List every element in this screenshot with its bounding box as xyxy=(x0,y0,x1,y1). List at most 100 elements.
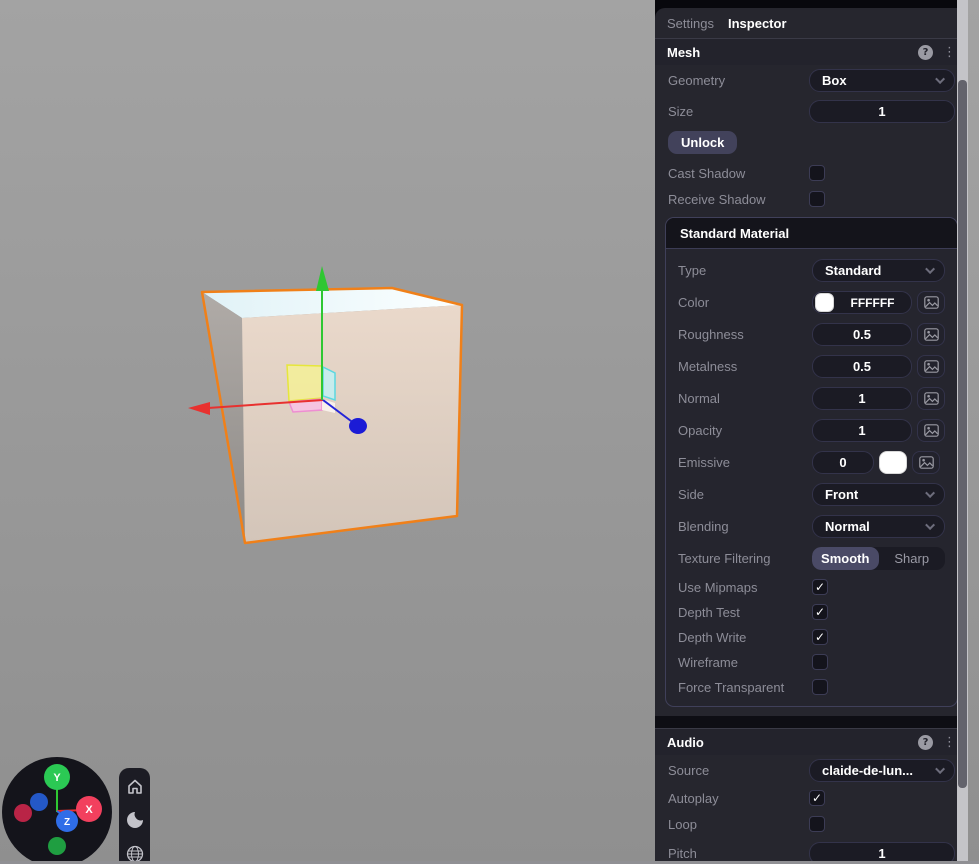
receive-shadow-checkbox[interactable] xyxy=(809,191,825,207)
color-swatch[interactable] xyxy=(815,293,834,312)
gizmo-x-arrowhead[interactable] xyxy=(188,402,210,415)
audio-source-row: Source claide-de-lun... xyxy=(655,759,968,782)
emissive-color-swatch[interactable] xyxy=(879,451,907,474)
theme-toggle-button[interactable] xyxy=(124,809,146,831)
depth-write-label: Depth Write xyxy=(678,630,812,645)
opacity-label: Opacity xyxy=(678,423,812,438)
opacity-texture-button[interactable] xyxy=(917,419,945,442)
blending-select[interactable]: Normal xyxy=(812,515,945,538)
nav-z-label: Z xyxy=(64,817,70,828)
geometry-value: Box xyxy=(822,73,938,88)
nav-neg-y-ball[interactable] xyxy=(48,837,66,855)
material-panel-header[interactable]: Standard Material xyxy=(666,218,957,249)
roughness-texture-button[interactable] xyxy=(917,323,945,346)
nav-axes-gizmo[interactable]: Y X Z xyxy=(0,755,120,864)
texture-image-icon xyxy=(924,424,939,437)
size-label: Size xyxy=(668,104,809,119)
opacity-input[interactable] xyxy=(813,423,911,438)
audio-source-value: claide-de-lun... xyxy=(822,763,938,778)
cast-shadow-checkbox[interactable] xyxy=(809,165,825,181)
unlock-button[interactable]: Unlock xyxy=(668,131,737,154)
autoplay-label: Autoplay xyxy=(668,791,809,806)
inspector-panel: Settings Inspector Mesh ? ⋮ Geometry Box xyxy=(655,0,968,864)
moon-icon xyxy=(126,811,144,829)
type-row: Type Standard xyxy=(666,259,957,282)
gizmo-y-arrowhead[interactable] xyxy=(316,266,329,291)
nav-neg-x-ball[interactable] xyxy=(14,804,32,822)
color-row: Color FFFFFF xyxy=(666,291,957,314)
blending-label: Blending xyxy=(678,519,812,534)
material-type-select[interactable]: Standard xyxy=(812,259,945,282)
color-field[interactable]: FFFFFF xyxy=(812,291,912,314)
receive-shadow-row: Receive Shadow xyxy=(655,191,968,207)
use-mipmaps-row: Use Mipmaps xyxy=(666,579,957,595)
metalness-label: Metalness xyxy=(678,359,812,374)
color-texture-button[interactable] xyxy=(917,291,945,314)
receive-shadow-label: Receive Shadow xyxy=(668,192,809,207)
autoplay-checkbox[interactable] xyxy=(809,790,825,806)
help-icon[interactable]: ? xyxy=(918,735,933,750)
texture-image-icon xyxy=(924,360,939,373)
metalness-texture-button[interactable] xyxy=(917,355,945,378)
filter-option-smooth[interactable]: Smooth xyxy=(812,547,879,570)
side-label: Side xyxy=(678,487,812,502)
gizmo-z-handle[interactable] xyxy=(349,418,367,434)
loop-label: Loop xyxy=(668,817,809,832)
depth-test-checkbox[interactable] xyxy=(812,604,828,620)
mesh-section-title: Mesh xyxy=(667,45,918,60)
texture-image-icon xyxy=(924,392,939,405)
geometry-label: Geometry xyxy=(668,73,809,88)
emissive-texture-button[interactable] xyxy=(912,451,940,474)
filter-option-sharp[interactable]: Sharp xyxy=(879,547,946,570)
use-mipmaps-label: Use Mipmaps xyxy=(678,580,812,595)
emissive-input[interactable] xyxy=(813,455,873,470)
panel-tabbar: Settings Inspector xyxy=(655,8,968,38)
scrollbar-thumb[interactable] xyxy=(958,80,967,788)
side-select[interactable]: Front xyxy=(812,483,945,506)
kebab-menu-icon[interactable]: ⋮ xyxy=(943,46,956,59)
audio-section-header: Audio ? ⋮ xyxy=(655,728,968,755)
editor-window: Y X Z xyxy=(0,0,979,864)
wireframe-label: Wireframe xyxy=(678,655,812,670)
cast-shadow-row: Cast Shadow xyxy=(655,165,968,181)
size-input[interactable] xyxy=(810,104,954,119)
use-mipmaps-checkbox[interactable] xyxy=(812,579,828,595)
audio-source-select[interactable]: claide-de-lun... xyxy=(809,759,955,782)
geometry-row: Geometry Box xyxy=(655,69,968,92)
kebab-menu-icon[interactable]: ⋮ xyxy=(943,736,956,749)
texture-filtering-toggle: Smooth Sharp xyxy=(812,547,945,570)
texture-filtering-label: Texture Filtering xyxy=(678,551,812,566)
loop-checkbox[interactable] xyxy=(809,816,825,832)
roughness-input[interactable] xyxy=(813,327,911,342)
size-row: Size xyxy=(655,100,968,123)
force-transparent-row: Force Transparent xyxy=(666,679,957,695)
pitch-label: Pitch xyxy=(668,846,809,861)
depth-write-checkbox[interactable] xyxy=(812,629,828,645)
tab-settings[interactable]: Settings xyxy=(667,16,714,31)
panel-scrollbar[interactable] xyxy=(957,0,968,864)
pitch-input[interactable] xyxy=(810,846,954,861)
type-label: Type xyxy=(678,263,812,278)
depth-write-row: Depth Write xyxy=(666,629,957,645)
force-transparent-checkbox[interactable] xyxy=(812,679,828,695)
tab-inspector[interactable]: Inspector xyxy=(728,16,787,31)
normal-input[interactable] xyxy=(813,391,911,406)
wireframe-checkbox[interactable] xyxy=(812,654,828,670)
nav-neg-z-ball[interactable] xyxy=(30,793,48,811)
texture-image-icon xyxy=(924,328,939,341)
roughness-row: Roughness xyxy=(666,323,957,346)
color-hex-value: FFFFFF xyxy=(834,296,911,310)
home-button[interactable] xyxy=(124,775,146,797)
help-icon[interactable]: ? xyxy=(918,45,933,60)
material-panel-title: Standard Material xyxy=(680,226,943,241)
texture-image-icon xyxy=(919,456,934,469)
normal-texture-button[interactable] xyxy=(917,387,945,410)
normal-label: Normal xyxy=(678,391,812,406)
gizmo-xy-plane-handle[interactable] xyxy=(287,365,322,401)
gizmo-yz-plane-handle[interactable] xyxy=(323,367,335,400)
metalness-row: Metalness xyxy=(666,355,957,378)
color-label: Color xyxy=(678,295,812,310)
metalness-input[interactable] xyxy=(813,359,911,374)
geometry-select[interactable]: Box xyxy=(809,69,955,92)
cast-shadow-label: Cast Shadow xyxy=(668,166,809,181)
